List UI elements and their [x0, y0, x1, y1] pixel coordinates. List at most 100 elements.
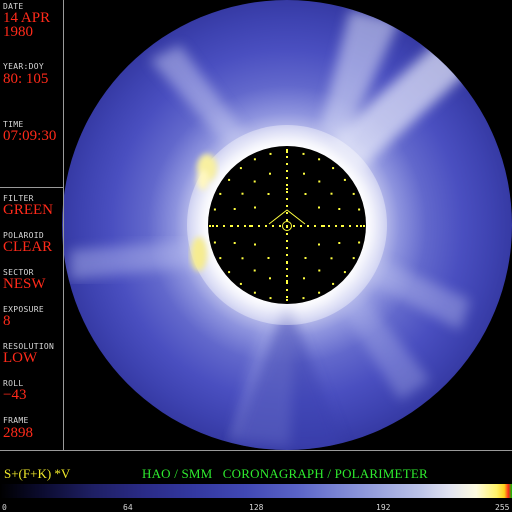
grid-dot	[228, 178, 231, 181]
grid-dot	[253, 180, 256, 183]
grid-dot	[338, 242, 341, 244]
grid-dot	[286, 275, 288, 277]
colorbar-tick-64: 64	[123, 503, 133, 512]
grid-dot	[318, 206, 320, 209]
grid-dot	[286, 280, 288, 282]
polaroid-value: CLEAR	[3, 239, 53, 255]
colorbar-tick-128: 128	[249, 503, 264, 512]
grid-dot	[286, 225, 288, 227]
grid-dot	[253, 269, 256, 272]
grid-dot	[219, 257, 222, 260]
grid-dot	[363, 225, 365, 227]
grid-dot	[239, 167, 242, 170]
grid-dot	[254, 206, 256, 209]
grid-dot	[223, 225, 225, 227]
grid-dot	[300, 225, 302, 227]
colorbar-tick-255: 255	[495, 503, 510, 512]
grid-dot	[360, 225, 362, 227]
grid-dot	[332, 167, 335, 170]
grid-dot	[286, 299, 288, 301]
filter-value: GREEN	[3, 202, 53, 218]
grid-dot	[286, 188, 288, 190]
grid-dot	[304, 193, 307, 195]
grid-dot	[330, 192, 333, 195]
grid-dot	[228, 271, 231, 274]
grid-dot	[249, 225, 251, 227]
grid-dot	[239, 282, 242, 285]
frame-value: 2898	[3, 425, 33, 441]
grid-dot	[352, 192, 355, 195]
resolution-value: LOW	[3, 350, 38, 366]
grid-dot	[286, 149, 288, 151]
instrument-banner: HAO / SMM CORONAGRAPH / POLARIMETER	[142, 466, 428, 481]
grid-dot	[293, 225, 295, 227]
grid-dot	[303, 172, 305, 175]
colorbar-tick-0: 0	[2, 503, 7, 512]
grid-dot	[213, 241, 216, 244]
grid-dot	[343, 271, 346, 274]
roll-value: −43	[3, 387, 27, 403]
grid-dot	[286, 219, 288, 221]
grid-dot	[279, 225, 281, 227]
grid-dot	[318, 291, 321, 294]
grid-dot	[286, 198, 288, 200]
grid-dot	[323, 225, 325, 227]
frame-label: FRAME	[3, 416, 29, 425]
grid-dot	[258, 225, 260, 227]
grid-dot	[302, 297, 305, 300]
grid-dot	[318, 269, 321, 272]
grid-dot	[286, 184, 288, 186]
grid-dot	[286, 254, 288, 256]
grid-dot	[286, 282, 288, 284]
grid-dot	[318, 158, 321, 161]
grid-dot	[269, 172, 271, 175]
grid-dot	[352, 257, 355, 260]
grid-dot	[286, 262, 288, 264]
grid-dot	[304, 257, 307, 259]
grid-dot	[233, 208, 236, 210]
grid-dot	[286, 240, 288, 242]
grid-dot	[286, 163, 288, 165]
grid-dot	[254, 243, 256, 246]
grid-dot	[231, 225, 233, 227]
grid-dot	[269, 297, 272, 300]
grid-dot	[286, 233, 288, 235]
grid-dot	[286, 177, 288, 179]
grid-dot	[244, 225, 246, 227]
grid-dot	[286, 247, 288, 249]
corona-image	[62, 0, 512, 450]
coronagraph-frame: DATE 14 APR 1980 YEAR:DOY 80: 105 TIME 0…	[0, 0, 512, 512]
grid-dot	[237, 225, 239, 227]
grid-dot	[286, 170, 288, 172]
sector-value: NESW	[3, 276, 46, 292]
grid-dot	[286, 212, 288, 214]
grid-dot	[267, 193, 270, 195]
exposure-value: 8	[3, 313, 11, 329]
grid-dot	[302, 152, 305, 155]
grid-dot	[241, 192, 244, 195]
grid-dot	[265, 225, 267, 227]
grid-dot	[303, 277, 305, 280]
grid-dot	[286, 151, 288, 153]
grid-dot	[251, 225, 253, 227]
grid-dot	[241, 257, 244, 260]
grid-dot	[318, 243, 320, 246]
separator	[0, 187, 63, 188]
grid-dot	[328, 225, 330, 227]
grid-dot	[269, 277, 271, 280]
grid-dot	[253, 291, 256, 294]
grid-dot	[253, 158, 256, 161]
grid-dot	[216, 225, 218, 227]
grid-dot	[314, 225, 316, 227]
grid-dot	[286, 191, 288, 193]
grid-dot	[358, 241, 361, 244]
formula-text: S+(F+K) *V	[4, 466, 71, 481]
grid-dot	[356, 225, 358, 227]
grid-dot	[286, 268, 288, 270]
grid-dot	[343, 178, 346, 181]
grid-dot	[332, 282, 335, 285]
colorbar-tick-192: 192	[376, 503, 391, 512]
time-value: 07:09:30	[3, 128, 57, 144]
grid-dot	[272, 225, 274, 227]
grid-dot	[358, 208, 361, 211]
